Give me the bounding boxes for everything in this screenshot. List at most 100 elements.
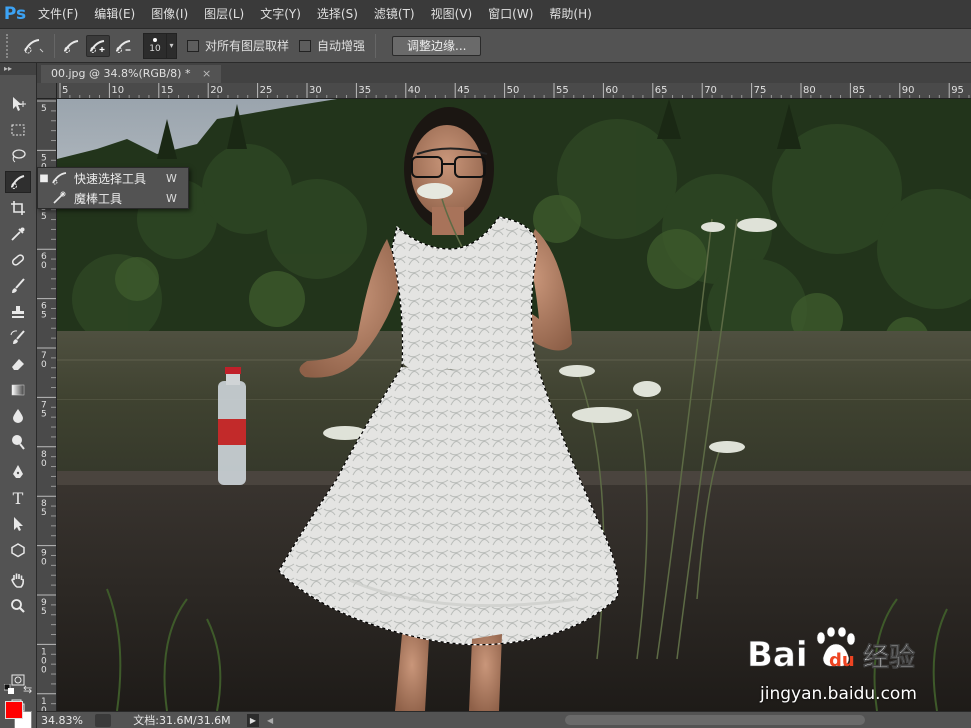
magic-wand-icon [53,191,66,204]
type-tool[interactable]: T [5,487,31,509]
quick-selection-icon [52,172,67,185]
tool-preset-picker[interactable] [16,34,50,58]
crop-icon [11,201,25,215]
tool-flyout-menu: ■ 快速选择工具 W 魔棒工具 W [37,167,189,209]
menu-file[interactable]: 文件(F) [30,0,86,28]
foreground-color-swatch[interactable] [5,701,23,719]
ruler-tick-label: 45 [457,85,470,96]
brush-icon [12,278,25,293]
quick-mask-icon [11,674,25,686]
ruler-tick-label: 95 [951,85,964,96]
quick-mask-button[interactable] [5,669,31,691]
quick-selection-icon [24,38,44,53]
status-menu-arrow[interactable]: ▶ [247,713,259,727]
marquee-tool[interactable] [5,119,31,141]
dodge-tool[interactable] [5,431,31,453]
brush-size-value: 10 [149,43,161,54]
eyedropper-icon [11,227,25,241]
eraser-icon [12,359,24,370]
ruler-tick-label: 50 [507,85,520,96]
auto-enhance-checkbox[interactable]: 自动增强 [299,37,365,54]
ruler-tick-label: 5 [41,508,47,518]
watermark-brand: Bai [747,635,808,675]
history-brush-icon [10,330,25,344]
menu-filter[interactable]: 滤镜(T) [366,0,423,28]
ruler-tick-label: 55 [556,85,569,96]
ruler-tick-label: 25 [260,85,273,96]
document-tab[interactable]: 00.jpg @ 34.8%(RGB/8) * × [41,65,222,83]
clone-stamp-tool[interactable] [5,301,31,323]
eyedropper-tool[interactable] [5,223,31,245]
quick-selection-icon [11,175,25,189]
sample-all-layers-label: 对所有图层取样 [205,39,290,53]
refine-edge-button[interactable]: 调整边缘... [392,35,482,56]
brush-picker-arrow[interactable]: ▾ [167,32,177,59]
pen-icon [13,465,23,478]
hand-tool[interactable] [5,569,31,591]
move-icon [13,97,26,111]
document-tab-bar: 00.jpg @ 34.8%(RGB/8) * × [37,63,971,83]
brush-tool[interactable] [5,275,31,297]
subtract-from-selection-button[interactable] [112,35,136,57]
document-info[interactable]: 文档:31.6M/31.6M [117,712,247,728]
ruler-tick-label: 0 [41,261,47,271]
checkbox-box[interactable] [299,39,312,52]
menu-view[interactable]: 视图(V) [423,0,481,28]
eraser-tool[interactable] [5,353,31,375]
ruler-tick-label: 60 [605,85,618,96]
ruler-tick-label: 90 [902,85,915,96]
lasso-tool[interactable] [5,145,31,167]
ruler-tick-label: 0 [41,360,47,370]
ruler-tick-label: 35 [358,85,371,96]
scroll-left-icon[interactable]: ◀ [267,716,277,725]
zoom-tool[interactable] [5,595,31,617]
document-canvas[interactable] [57,99,971,711]
horizontal-ruler[interactable]: 5 10 15 20 25 30 35 40 45 50 55 60 65 70 75 80 85 90 95 [57,83,971,99]
menu-edit[interactable]: 编辑(E) [86,0,143,28]
history-brush-tool[interactable] [5,327,31,349]
ruler-tick-label: 0 [41,459,47,469]
ruler-origin[interactable] [37,83,57,99]
pen-tool[interactable] [5,461,31,483]
zoom-level[interactable]: 34.83% [37,714,89,727]
checkbox-box[interactable] [187,39,199,52]
ruler-tick-label: 65 [655,85,668,96]
brush-subtract-icon [116,39,131,53]
separator [375,33,377,58]
new-selection-button[interactable] [60,35,84,57]
path-selection-icon [14,517,23,531]
horizontal-ruler-ticks: 5 10 15 20 25 30 35 40 45 50 55 60 65 70 75 80 85 90 95 [59,83,970,98]
healing-brush-tool[interactable] [5,249,31,271]
flyout-item-quick-selection[interactable]: ■ 快速选择工具 W [38,168,188,188]
flyout-item-magic-wand[interactable]: 魔棒工具 W [38,188,188,208]
menu-type[interactable]: 文字(Y) [252,0,309,28]
gradient-tool[interactable] [5,379,31,401]
move-tool[interactable] [5,93,31,115]
menu-window[interactable]: 窗口(W) [480,0,541,28]
crop-tool[interactable] [5,197,31,219]
blur-tool[interactable] [5,405,31,427]
horizontal-scrollbar[interactable] [565,715,865,725]
brush-dot-icon [153,37,157,42]
sample-all-layers-checkbox[interactable]: 对所有图层取样 [187,37,289,54]
menu-image[interactable]: 图像(I) [143,0,196,28]
gradient-icon [11,384,25,396]
shape-tool[interactable] [5,539,31,561]
close-icon[interactable]: × [202,67,211,80]
menu-select[interactable]: 选择(S) [309,0,366,28]
ruler-tick-label: 80 [803,85,816,96]
status-share-icon[interactable] [95,713,111,727]
options-grip[interactable] [6,33,16,58]
menu-layer[interactable]: 图层(L) [196,0,252,28]
ruler-tick-label: 5 [41,409,47,419]
tools-panel: ▸▸ T ⇆ [0,63,37,728]
photoshop-logo: Ps [3,4,27,24]
path-selection-tool[interactable] [5,513,31,535]
brush-size-picker[interactable]: 10 [143,32,167,59]
add-to-selection-button[interactable] [86,34,110,57]
quick-selection-tool[interactable] [5,171,31,193]
menu-help[interactable]: 帮助(H) [541,0,599,28]
tools-panel-header[interactable]: ▸▸ [0,63,36,75]
type-icon: T [12,488,24,508]
document-tab-title: 00.jpg @ 34.8%(RGB/8) * [51,67,191,80]
